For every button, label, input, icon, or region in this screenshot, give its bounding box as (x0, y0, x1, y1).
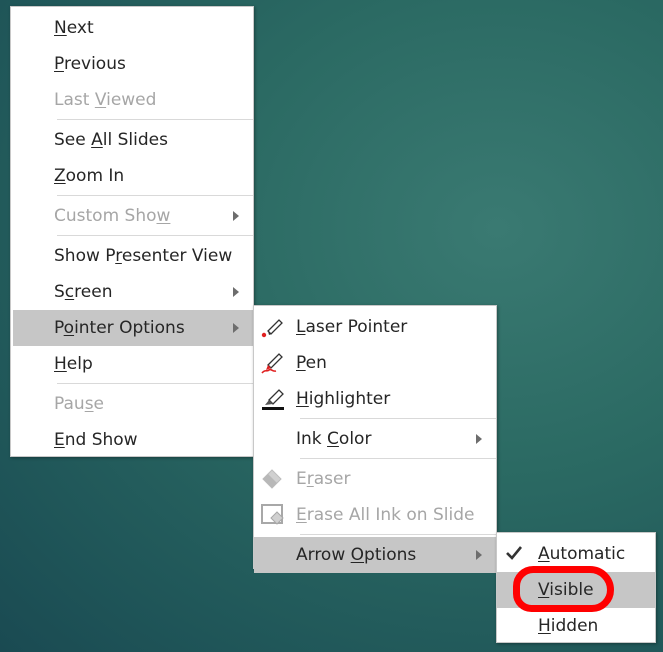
pointer-options-submenu: Laser Pointer Pen Highlighter Ink Color … (253, 305, 497, 573)
menu-item-label: Pen (296, 353, 327, 373)
menu-item-eraser[interactable]: Eraser (254, 461, 496, 497)
menu-item-end-show[interactable]: End Show (11, 422, 253, 458)
menu-separator (300, 458, 496, 459)
menu-item-visible[interactable]: Visible (497, 572, 655, 608)
menu-separator (300, 534, 496, 535)
menu-item-label: Show Presenter View (54, 246, 233, 266)
highlighter-icon (262, 389, 284, 410)
menu-item-custom-show[interactable]: Custom Show (11, 198, 253, 234)
menu-item-label: Zoom In (54, 166, 125, 186)
menu-item-label: Custom Show (54, 206, 171, 226)
menu-item-label: Hidden (538, 616, 599, 636)
menu-item-see-all-slides[interactable]: See All Slides (11, 122, 253, 158)
erase-all-icon (261, 504, 284, 525)
menu-item-help[interactable]: Help (11, 346, 253, 382)
submenu-arrow-icon (233, 323, 239, 333)
menu-separator (57, 383, 253, 384)
menu-separator (57, 195, 253, 196)
arrow-options-submenu: Automatic Visible Hidden (496, 532, 656, 643)
menu-item-label: Screen (54, 282, 113, 302)
eraser-icon (262, 469, 282, 489)
menu-item-label: Previous (54, 54, 126, 74)
menu-item-arrow-options[interactable]: Arrow Options (254, 537, 496, 573)
menu-item-erase-all-ink[interactable]: Erase All Ink on Slide (254, 497, 496, 533)
menu-item-zoom-in[interactable]: Zoom In (11, 158, 253, 194)
checkmark-icon (506, 546, 523, 560)
menu-item-label: See All Slides (54, 130, 168, 150)
menu-item-label: Erase All Ink on Slide (296, 505, 475, 525)
menu-item-screen[interactable]: Screen (11, 274, 253, 310)
menu-item-last-viewed[interactable]: Last Viewed (11, 82, 253, 118)
menu-item-show-presenter-view[interactable]: Show Presenter View (11, 238, 253, 274)
menu-item-label: End Show (54, 430, 138, 450)
menu-item-next[interactable]: Next (11, 10, 253, 46)
pen-icon (261, 353, 283, 374)
menu-item-ink-color[interactable]: Ink Color (254, 421, 496, 457)
menu-item-label: Visible (538, 580, 594, 600)
menu-item-label: Automatic (538, 544, 626, 564)
menu-item-pen[interactable]: Pen (254, 345, 496, 381)
menu-separator (57, 235, 253, 236)
submenu-arrow-icon (233, 211, 239, 221)
menu-item-laser-pointer[interactable]: Laser Pointer (254, 309, 496, 345)
menu-item-label: Highlighter (296, 389, 391, 409)
menu-item-label: Pointer Options (54, 318, 185, 338)
menu-item-automatic[interactable]: Automatic (497, 536, 655, 572)
menu-item-pause[interactable]: Pause (11, 386, 253, 422)
menu-item-label: Pause (54, 394, 105, 414)
menu-item-label: Arrow Options (296, 545, 417, 565)
menu-item-label: Ink Color (296, 429, 372, 449)
menu-item-label: Next (54, 18, 94, 38)
laser-pointer-icon (261, 319, 283, 338)
slideshow-context-menu: Next Previous Last Viewed See All Slides… (10, 6, 254, 457)
menu-separator (57, 119, 253, 120)
submenu-arrow-icon (476, 550, 482, 560)
submenu-arrow-icon (233, 287, 239, 297)
menu-item-highlighter[interactable]: Highlighter (254, 381, 496, 417)
menu-item-label: Laser Pointer (296, 317, 408, 337)
menu-item-label: Last Viewed (54, 90, 157, 110)
submenu-arrow-icon (476, 434, 482, 444)
menu-separator (300, 418, 496, 419)
menu-item-label: Help (54, 354, 93, 374)
menu-item-pointer-options[interactable]: Pointer Options (13, 310, 253, 346)
menu-item-label: Eraser (296, 469, 351, 489)
menu-item-previous[interactable]: Previous (11, 46, 253, 82)
menu-item-hidden[interactable]: Hidden (497, 608, 655, 644)
